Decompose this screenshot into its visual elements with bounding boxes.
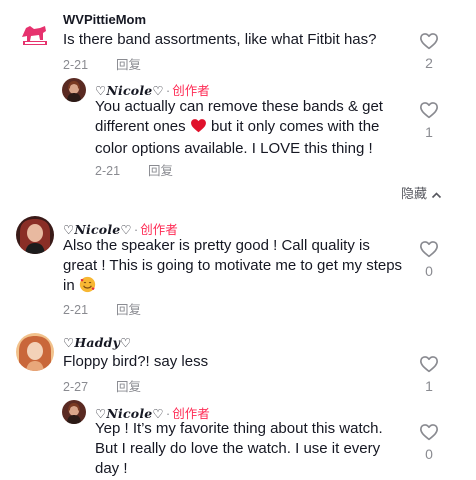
user-photo-avatar-icon xyxy=(62,78,86,102)
heart-outline-icon xyxy=(420,102,438,119)
smiling-hearts-emoji-icon xyxy=(79,276,96,299)
like-count: 0 xyxy=(425,446,433,462)
heart-outline-icon xyxy=(420,424,438,441)
like-count: 2 xyxy=(425,55,433,71)
avatar[interactable] xyxy=(16,333,54,371)
comment-date: 2-21 xyxy=(63,303,89,317)
heart-outline-icon xyxy=(420,33,438,50)
like-button[interactable]: 2 xyxy=(415,32,443,71)
like-button[interactable]: 0 xyxy=(415,240,443,279)
avatar[interactable] xyxy=(62,400,86,424)
reply-button[interactable]: 回复 xyxy=(116,58,141,72)
reply-meta: 2-21 回复 xyxy=(95,160,173,179)
comment-username[interactable]: WVPittieMom xyxy=(63,12,146,27)
user-photo-avatar-icon xyxy=(16,216,54,254)
comment-date: 2-27 xyxy=(63,380,89,394)
creator-badge: 创作者 xyxy=(172,84,210,98)
like-count: 1 xyxy=(425,378,433,394)
comment-text: Also the speaker is pretty good ! Call q… xyxy=(63,236,408,299)
heart-outline-icon xyxy=(420,356,438,373)
user-photo-avatar-icon xyxy=(16,333,54,371)
avatar[interactable] xyxy=(16,14,54,52)
comment-text: Is there band assortments, like what Fit… xyxy=(63,31,377,48)
comment-meta: 2-27 回复 xyxy=(63,376,141,395)
comment-date: 2-21 xyxy=(63,58,89,72)
avatar[interactable] xyxy=(16,216,54,254)
reply-text: You actually can remove these bands & ge… xyxy=(95,98,383,157)
comment-meta: 2-21 回复 xyxy=(63,299,141,318)
user-photo-avatar-icon xyxy=(62,400,86,424)
comment-date: 2-21 xyxy=(95,164,121,178)
pink-dog-logo-avatar-icon xyxy=(16,14,54,52)
like-count: 1 xyxy=(425,124,433,140)
like-button[interactable]: 0 xyxy=(415,423,443,462)
creator-badge: 创作者 xyxy=(140,223,178,237)
reply-button[interactable]: 回复 xyxy=(148,164,173,178)
chevron-up-icon xyxy=(431,192,442,199)
comment-text: Floppy bird?! say less xyxy=(63,353,209,370)
comment-username[interactable]: ♡𝑯𝒂𝒅𝒅𝒚♡ xyxy=(63,335,131,350)
like-button[interactable]: 1 xyxy=(415,355,443,394)
hide-replies-button[interactable]: 隐藏 xyxy=(401,183,442,202)
red-heart-icon xyxy=(190,118,207,139)
like-button[interactable]: 1 xyxy=(415,101,443,140)
reply-button[interactable]: 回复 xyxy=(116,303,141,317)
comment-meta: 2-21 回复 xyxy=(63,54,141,73)
like-count: 0 xyxy=(425,263,433,279)
reply-text: Yep ! It’s my favorite thing about this … xyxy=(95,420,383,477)
reply-button[interactable]: 回复 xyxy=(116,380,141,394)
avatar[interactable] xyxy=(62,78,86,102)
heart-outline-icon xyxy=(420,241,438,258)
